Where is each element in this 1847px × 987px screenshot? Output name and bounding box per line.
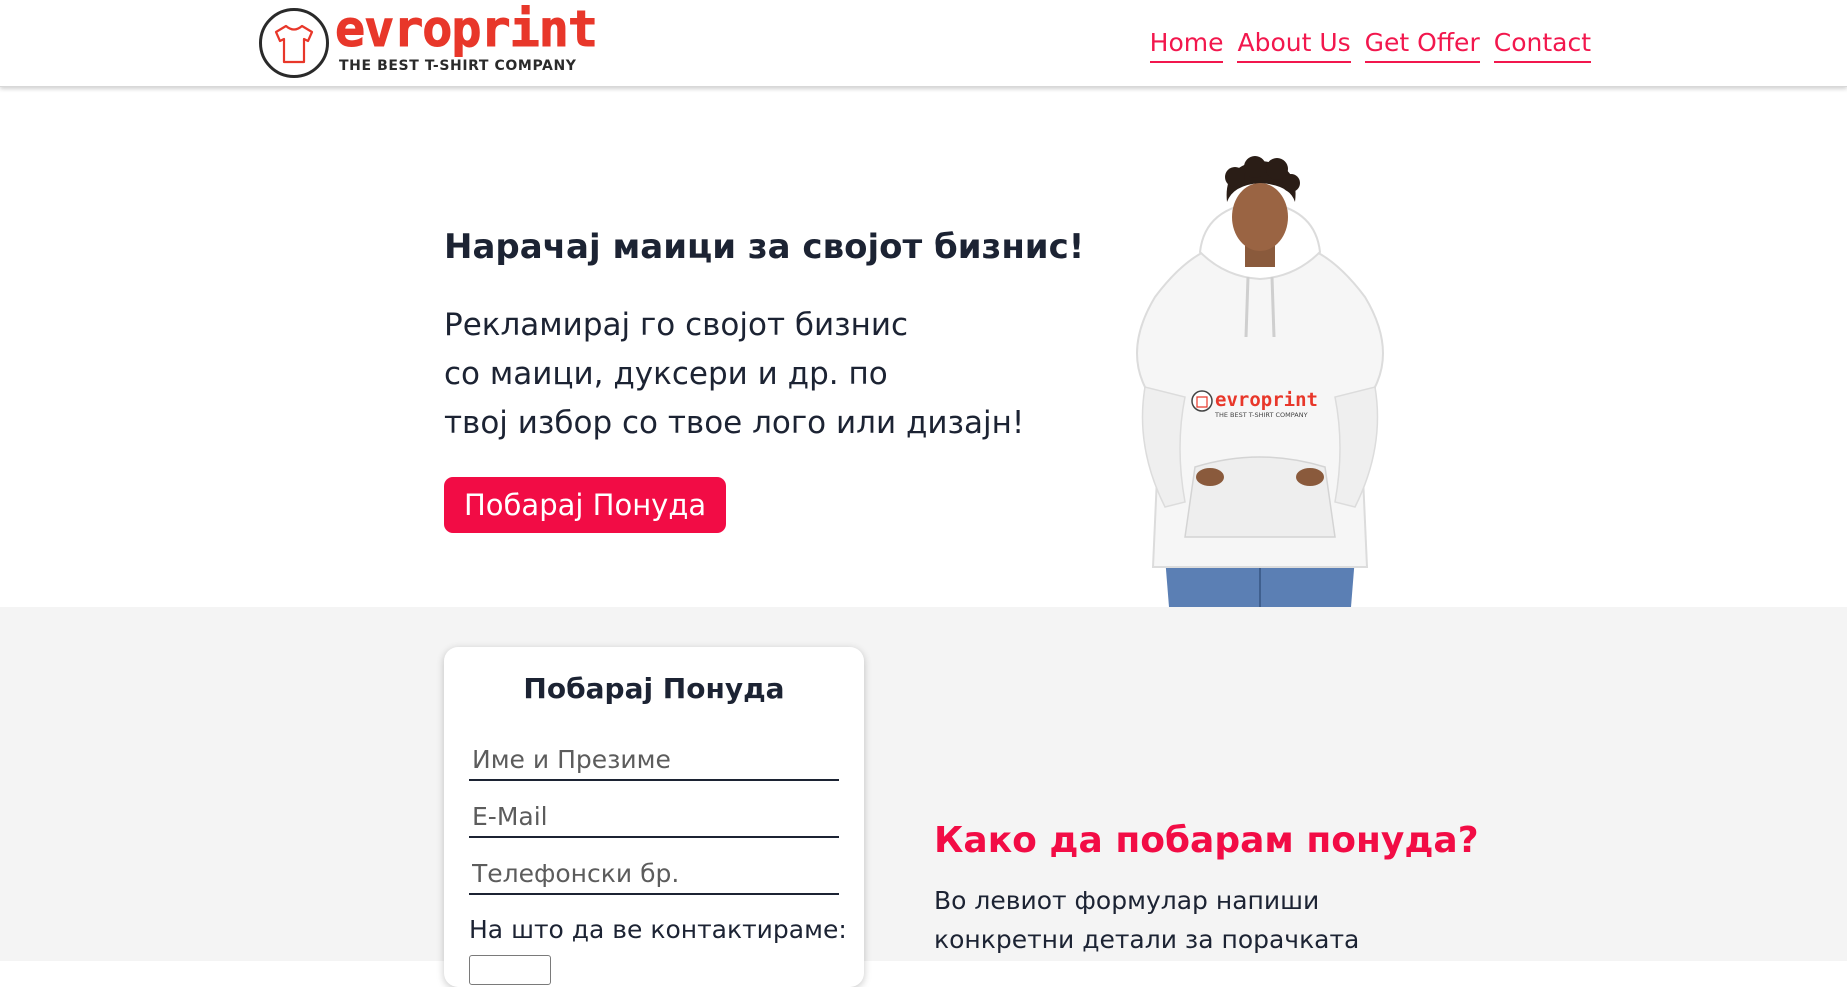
hoodie-logo-tagline: THE BEST T-SHIRT COMPANY — [1214, 411, 1308, 419]
brand-tagline: THE BEST T-SHIRT COMPANY — [339, 58, 577, 74]
nav-get-offer-link[interactable]: Get Offer — [1364, 26, 1480, 63]
nav-about-link[interactable]: About Us — [1237, 26, 1351, 63]
how-to-description: Во левиот формулар напиши конкретни дета… — [934, 881, 1359, 959]
hero-line: твој избор со твое лого или дизајн! — [444, 405, 1025, 441]
contact-method-label: На што да ве контактираме: — [469, 915, 847, 944]
hero-title: Нарачај маици за својот бизнис! — [444, 227, 1085, 267]
nav-home-link[interactable]: Home — [1149, 26, 1224, 63]
phone-input[interactable] — [469, 853, 839, 895]
site-header: evroprint THE BEST T-SHIRT COMPANY Home … — [0, 0, 1847, 87]
hero-description: Рекламирај го својот бизнис со маици, ду… — [444, 301, 1024, 448]
how-to-line: Во левиот формулар напиши — [934, 886, 1320, 915]
name-input[interactable] — [469, 739, 839, 781]
nav-contact-link[interactable]: Contact — [1493, 26, 1591, 63]
how-to-line: конкретни детали за порачката — [934, 925, 1360, 954]
email-input[interactable] — [469, 796, 839, 838]
hoodie-model-image: evroprint THE BEST T-SHIRT COMPANY — [1136, 156, 1384, 607]
hero-line: Рекламирај го својот бизнис — [444, 307, 909, 343]
hero-line: со маици, дуксери и др. по — [444, 356, 888, 392]
main-nav: Home About Us Get Offer Contact — [1149, 26, 1591, 63]
brand-name: evroprint — [335, 0, 599, 59]
hoodie-logo-word: evroprint — [1215, 389, 1318, 411]
offer-section: Побарај Понуда На што да ве контактираме… — [0, 607, 1847, 987]
contact-method-option[interactable] — [469, 955, 551, 985]
offer-form-card: Побарај Понуда На што да ве контактираме… — [444, 647, 864, 987]
request-offer-button[interactable]: Побарај Понуда — [444, 477, 727, 533]
form-title: Побарај Понуда — [523, 672, 785, 705]
brand-logo[interactable]: evroprint THE BEST T-SHIRT COMPANY — [259, 0, 639, 78]
tshirt-icon — [259, 8, 329, 78]
hero-section: Нарачај маици за својот бизнис! Рекламир… — [0, 87, 1847, 607]
how-to-title: Како да побарам понуда? — [934, 820, 1479, 861]
